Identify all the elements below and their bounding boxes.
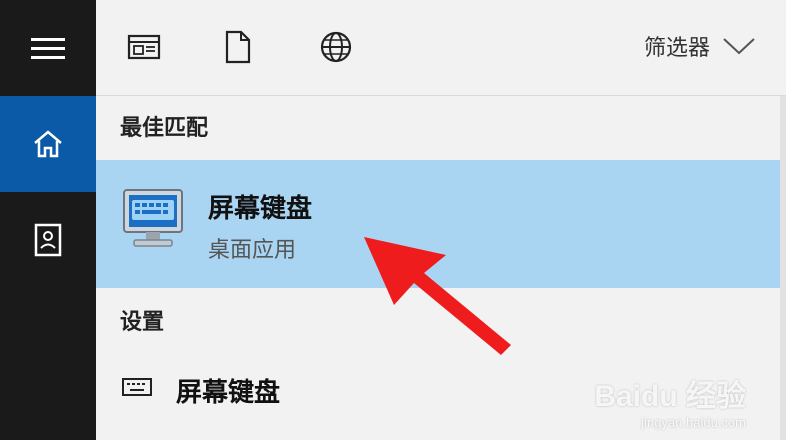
keyboard-icon — [122, 378, 152, 396]
on-screen-keyboard-app-icon — [123, 189, 183, 247]
left-nav-rail — [0, 0, 96, 440]
filter-dropdown[interactable]: 筛选器 — [644, 24, 756, 68]
baidu-watermark: Baidu 经验 jingyan.baidu.com — [594, 371, 746, 430]
hamburger-menu-button[interactable] — [0, 0, 96, 96]
result-app-name: 屏幕键盘 — [208, 194, 313, 224]
apps-filter-button[interactable] — [124, 27, 164, 67]
home-icon — [34, 130, 62, 158]
notebook-icon — [34, 223, 62, 257]
results-scrollbar[interactable] — [780, 96, 786, 440]
apps-filter-icon — [127, 34, 161, 60]
annotation-arrow — [364, 237, 511, 355]
web-filter-icon — [320, 31, 352, 63]
filter-toolbar: 筛选器 — [96, 0, 786, 96]
chevron-down-icon — [723, 38, 755, 55]
hamburger-icon — [31, 38, 65, 59]
search-results-panel: 筛选器 最佳匹配 屏幕键盘 桌面应用 设置 屏幕键盘 Baidu 经验 jing… — [96, 0, 786, 440]
settings-heading: 设置 — [120, 310, 165, 335]
result-app-type: 桌面应用 — [208, 238, 297, 263]
documents-filter-button[interactable] — [218, 27, 258, 67]
watermark-brand: Baidu 经验 — [594, 380, 746, 413]
web-filter-button[interactable] — [316, 27, 356, 67]
settings-item-label: 屏幕键盘 — [176, 378, 281, 408]
home-button[interactable] — [0, 96, 96, 192]
notebook-button[interactable] — [0, 192, 96, 288]
documents-filter-icon — [225, 30, 251, 64]
watermark-url: jingyan.baidu.com — [641, 415, 746, 430]
best-match-heading: 最佳匹配 — [120, 116, 209, 141]
filter-label: 筛选器 — [643, 36, 710, 61]
